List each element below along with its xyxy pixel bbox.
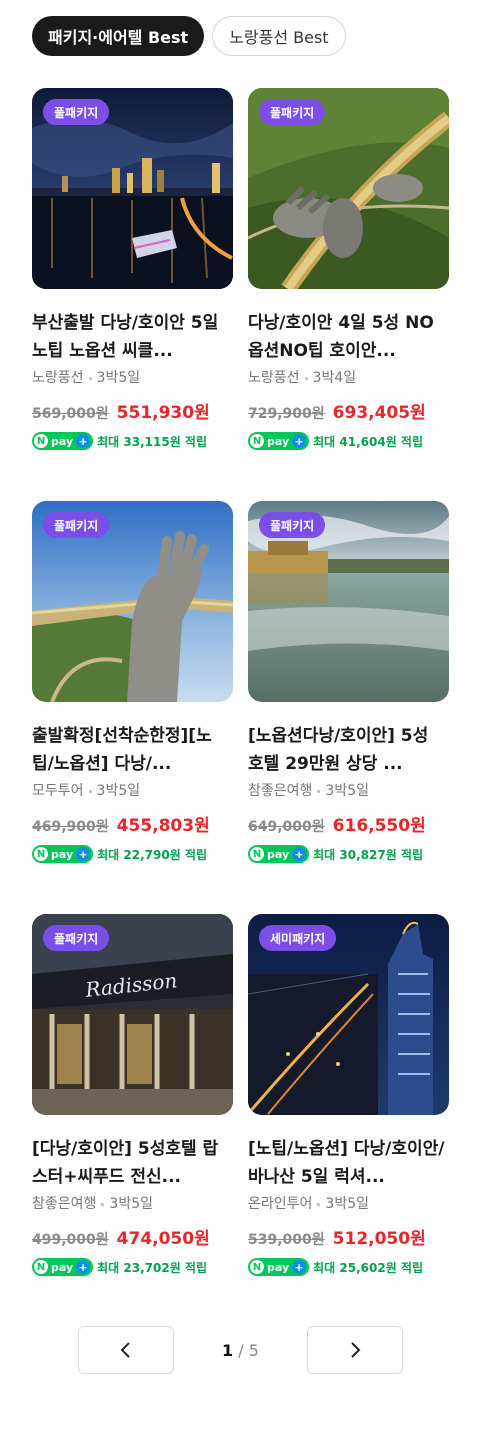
vendor-name: 노랑풍선 <box>32 370 84 386</box>
original-price: 729,900원 <box>248 406 325 422</box>
price-row: 539,000원 512,050원 <box>248 1224 449 1249</box>
product-meta: 노랑풍선 3박5일 <box>32 367 233 389</box>
npay-reward: Npay + 최대 33,115원 적립 <box>32 432 233 450</box>
category-tabs: 패키지·에어텔 Best 노랑풍선 Best <box>32 16 346 56</box>
reward-text: 최대 23,702원 적립 <box>97 1260 208 1275</box>
npay-logo-icon: Npay + <box>32 432 94 450</box>
npay-logo-icon: Npay + <box>32 845 94 863</box>
product-meta: 모두투어 3박5일 <box>32 780 233 802</box>
sale-price: 474,050원 <box>116 1229 210 1249</box>
separator-dot <box>101 1202 105 1206</box>
product-title[interactable]: 부산출발 다낭/호이안 5일 노팁 노옵션 씨클... <box>32 309 233 365</box>
npay-reward: Npay + 최대 22,790원 적립 <box>32 845 233 863</box>
product-card[interactable]: 풀패키지 다낭/호이안 4일 5성 NO옵션NO팁 호이안... 노랑풍선 3박4… <box>248 88 449 501</box>
npay-reward: Npay + 최대 30,827원 적립 <box>248 845 449 863</box>
vendor-name: 노랑풍선 <box>248 370 300 386</box>
npay-logo-icon: Npay + <box>32 1258 94 1276</box>
product-card[interactable]: Radisson 풀패키지 [다낭/호이안] 5성호텔 랍스터+씨푸드 전신..… <box>32 914 233 1327</box>
npay-logo-icon: Npay + <box>248 845 310 863</box>
package-badge: 풀패키지 <box>43 512 110 538</box>
npay-logo-icon: Npay + <box>248 432 310 450</box>
tab-norangpungseon-best[interactable]: 노랑풍선 Best <box>212 16 346 56</box>
npay-reward: Npay + 최대 41,604원 적립 <box>248 432 449 450</box>
sale-price: 455,803원 <box>116 816 210 836</box>
product-image[interactable]: 풀패키지 <box>248 88 449 289</box>
product-image[interactable]: 풀패키지 <box>32 501 233 702</box>
vendor-name: 참좋은여행 <box>248 783 313 799</box>
page-indicator: 1 / 5 <box>222 1341 259 1360</box>
price-row: 469,900원 455,803원 <box>32 811 233 836</box>
product-meta: 참좋은여행 3박5일 <box>32 1193 233 1215</box>
separator-dot <box>88 789 92 793</box>
separator-dot <box>304 376 308 380</box>
product-card[interactable]: 풀패키지 출발확정[선착순한정][노팁/노옵션] 다낭/... 모두투어 3박5일… <box>32 501 233 914</box>
page-separator: / <box>238 1340 244 1360</box>
npay-reward: Npay + 최대 25,602원 적립 <box>248 1258 449 1276</box>
trip-duration: 3박5일 <box>96 783 141 799</box>
separator-dot <box>317 789 321 793</box>
vendor-name: 모두투어 <box>32 783 84 799</box>
vendor-name: 참좋은여행 <box>32 1196 97 1212</box>
price-row: 499,000원 474,050원 <box>32 1224 233 1249</box>
product-title[interactable]: 출발확정[선착순한정][노팁/노옵션] 다낭/... <box>32 722 233 778</box>
next-page-button[interactable] <box>307 1326 403 1374</box>
product-meta: 노랑풍선 3박4일 <box>248 367 449 389</box>
vendor-name: 온라인투어 <box>248 1196 313 1212</box>
tab-package-airtel-best[interactable]: 패키지·에어텔 Best <box>32 16 205 56</box>
price-row: 729,900원 693,405원 <box>248 398 449 423</box>
chevron-right-icon <box>351 1342 361 1358</box>
product-card[interactable]: 풀패키지 부산출발 다낭/호이안 5일 노팁 노옵션 씨클... 노랑풍선 3박5… <box>32 88 233 501</box>
sale-price: 512,050원 <box>332 1229 426 1249</box>
product-meta: 참좋은여행 3박5일 <box>248 780 449 802</box>
total-pages: 5 <box>248 1340 259 1360</box>
product-title[interactable]: [노옵션다낭/호이안] 5성 호텔 29만원 상당 ... <box>248 722 449 778</box>
product-card[interactable]: 세미패키지 [노팁/노옵션] 다낭/호이안/바나산 5일 럭셔... 온라인투어… <box>248 914 449 1327</box>
product-title[interactable]: [노팁/노옵션] 다낭/호이안/바나산 5일 럭셔... <box>248 1135 449 1191</box>
trip-duration: 3박5일 <box>109 1196 153 1212</box>
original-price: 649,000원 <box>248 819 325 835</box>
product-image[interactable]: 세미패키지 <box>248 914 449 1115</box>
product-title[interactable]: [다낭/호이안] 5성호텔 랍스터+씨푸드 전신... <box>32 1135 233 1191</box>
package-badge: 풀패키지 <box>43 99 110 125</box>
trip-duration: 3박5일 <box>325 783 369 799</box>
separator-dot <box>88 376 92 380</box>
original-price: 539,000원 <box>248 1232 325 1248</box>
trip-duration: 3박5일 <box>96 370 141 386</box>
original-price: 569,000원 <box>32 406 109 422</box>
sale-price: 551,930원 <box>116 403 210 423</box>
product-card[interactable]: 풀패키지 [노옵션다낭/호이안] 5성 호텔 29만원 상당 ... 참좋은여행… <box>248 501 449 914</box>
prev-page-button[interactable] <box>78 1326 174 1374</box>
product-title[interactable]: 다낭/호이안 4일 5성 NO옵션NO팁 호이안... <box>248 309 449 365</box>
npay-reward: Npay + 최대 23,702원 적립 <box>32 1258 233 1276</box>
package-badge: 풀패키지 <box>259 99 326 125</box>
reward-text: 최대 22,790원 적립 <box>97 847 208 862</box>
reward-text: 최대 33,115원 적립 <box>97 434 208 449</box>
pagination: 1 / 5 <box>78 1326 403 1374</box>
package-badge: 세미패키지 <box>259 925 337 951</box>
trip-duration: 3박5일 <box>325 1196 369 1212</box>
reward-text: 최대 25,602원 적립 <box>313 1260 424 1275</box>
product-meta: 온라인투어 3박5일 <box>248 1193 449 1215</box>
reward-text: 최대 30,827원 적립 <box>313 847 424 862</box>
original-price: 469,900원 <box>32 819 109 835</box>
product-image[interactable]: Radisson 풀패키지 <box>32 914 233 1115</box>
product-grid: 풀패키지 부산출발 다낭/호이안 5일 노팁 노옵션 씨클... 노랑풍선 3박5… <box>32 88 449 1327</box>
original-price: 499,000원 <box>32 1232 109 1248</box>
trip-duration: 3박4일 <box>312 370 357 386</box>
chevron-left-icon <box>120 1342 130 1358</box>
separator-dot <box>317 1202 321 1206</box>
package-badge: 풀패키지 <box>259 512 326 538</box>
sale-price: 616,550원 <box>332 816 426 836</box>
sale-price: 693,405원 <box>332 403 426 423</box>
reward-text: 최대 41,604원 적립 <box>313 434 424 449</box>
package-badge: 풀패키지 <box>43 925 110 951</box>
price-row: 569,000원 551,930원 <box>32 398 233 423</box>
product-image[interactable]: 풀패키지 <box>32 88 233 289</box>
current-page: 1 <box>222 1340 234 1360</box>
price-row: 649,000원 616,550원 <box>248 811 449 836</box>
npay-logo-icon: Npay + <box>248 1258 310 1276</box>
product-image[interactable]: 풀패키지 <box>248 501 449 702</box>
